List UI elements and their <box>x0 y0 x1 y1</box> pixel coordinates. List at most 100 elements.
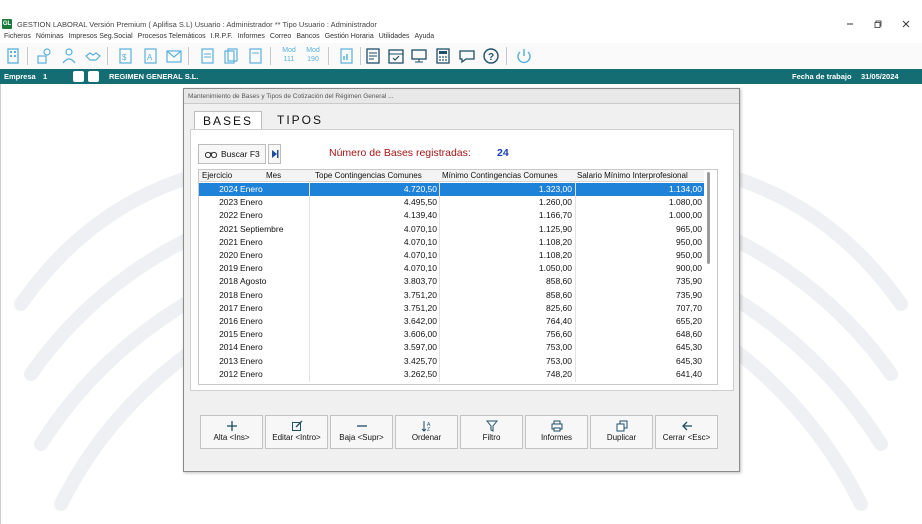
help-icon[interactable]: ? <box>482 47 500 65</box>
skip-next-icon <box>271 150 278 158</box>
chat-icon[interactable] <box>458 47 476 65</box>
cell-ejercicio: 2019 <box>219 263 238 274</box>
informes-button[interactable]: Informes <box>525 415 588 449</box>
building-icon[interactable] <box>4 47 22 65</box>
mod-190-button[interactable]: Mod 190 <box>303 46 323 66</box>
mod-111-button[interactable]: Mod 111 <box>279 46 299 66</box>
cell-ejercicio: 2015 <box>219 329 238 340</box>
next-record-button[interactable] <box>268 144 281 164</box>
cell-smi: 1.134,00 <box>668 184 702 194</box>
table-row[interactable]: 2019 Enero 4.070,10 1.050,00 900,00 <box>199 262 704 275</box>
menu-procesos-telematicos[interactable]: Procesos Telemáticos <box>138 33 206 40</box>
filtro-label: Filtro <box>482 433 501 442</box>
computer-icon[interactable] <box>410 47 428 65</box>
cell-ejercicio: 2023 <box>219 197 238 208</box>
duplicar-button[interactable]: Duplicar <box>590 415 653 449</box>
document-a-icon[interactable]: A <box>141 47 159 65</box>
menu-gestion-horaria[interactable]: Gestión Horaria <box>325 33 374 40</box>
table-row[interactable]: 2021 Enero 4.070,10 1.108,20 950,00 <box>199 236 704 249</box>
table-row[interactable]: 2013 Enero 3.425,70 753,00 645,30 <box>199 355 704 368</box>
document-money-icon[interactable]: $ <box>116 47 134 65</box>
table-row[interactable]: 2017 Enero 3.751,20 825,60 707,70 <box>199 302 704 315</box>
cell-smi: 900,00 <box>676 263 702 274</box>
restore-button[interactable] <box>870 17 886 31</box>
table-row[interactable]: 2012 Enero 3.262,50 748,20 641,40 <box>199 368 704 381</box>
company-select-button[interactable] <box>73 71 84 82</box>
menu-informes[interactable]: Informes <box>238 33 265 40</box>
tab-tipos[interactable]: TIPOS <box>268 111 332 129</box>
menu-nominas[interactable]: Nóminas <box>36 33 64 40</box>
count-value: 24 <box>497 147 509 159</box>
plus-icon <box>226 421 237 431</box>
work-date-label: Fecha de trabajo <box>792 72 852 81</box>
table-row[interactable]: 2016 Enero 3.642,00 764,40 655,20 <box>199 315 704 328</box>
table-scrollbar[interactable] <box>707 172 710 264</box>
column-smi[interactable]: Salario Mínimo Interprofesional <box>577 171 688 180</box>
menu-bancos[interactable]: Bancos <box>296 33 319 40</box>
column-ejercicio[interactable]: Ejercicio <box>202 171 232 180</box>
table-row[interactable]: 2018 Agosto 3.803,70 858,60 735,90 <box>199 275 704 288</box>
table-row[interactable]: 2015 Enero 3.606,00 756,60 648,60 <box>199 328 704 341</box>
cell-tope: 4.070,10 <box>403 250 437 260</box>
menu-ficheros[interactable]: Ficheros <box>4 33 31 40</box>
table-row[interactable]: 2024 Enero 4.720,50 1.323,00 1.134,00 <box>199 183 704 197</box>
minimize-button[interactable] <box>842 17 858 31</box>
menu-utilidades[interactable]: Utilidades <box>379 33 410 40</box>
cerrar-button[interactable]: Cerrar <Esc> <box>655 415 718 449</box>
tab-bases[interactable]: BASES <box>194 111 262 129</box>
cell-mes: Enero <box>240 342 263 353</box>
table-row[interactable]: 2020 Enero 4.070,10 1.108,20 950,00 <box>199 249 704 262</box>
report-icon[interactable] <box>364 47 382 65</box>
cell-minimo: 1.166,70 <box>538 210 572 221</box>
top-blank-area <box>0 0 922 17</box>
cell-mes: Enero <box>240 210 263 221</box>
table-row[interactable]: 2014 Enero 3.597,00 753,00 645,30 <box>199 341 704 354</box>
menu-ayuda[interactable]: Ayuda <box>414 33 434 40</box>
document-page-icon[interactable] <box>246 47 264 65</box>
alta-button[interactable]: Alta <Ins> <box>200 415 263 449</box>
menu-irpf[interactable]: I.R.P.F. <box>211 33 233 40</box>
informes-label: Informes <box>540 433 573 442</box>
menu-impresos-seg-social[interactable]: Impresos Seg.Social <box>68 33 132 40</box>
company-folder-button[interactable] <box>88 71 99 82</box>
cell-ejercicio: 2020 <box>219 250 238 260</box>
company-name: REGIMEN GENERAL S.L. <box>109 72 199 81</box>
search-button[interactable]: Buscar F3 <box>198 144 266 164</box>
table-row[interactable]: 2018 Enero 3.751,20 858,60 735,90 <box>199 289 704 302</box>
document-copy-icon[interactable] <box>222 47 240 65</box>
document-edit-icon[interactable] <box>198 47 216 65</box>
cell-minimo: 753,00 <box>546 355 572 366</box>
minimize-icon <box>847 23 853 25</box>
work-date-value[interactable]: 31/05/2024 <box>861 72 899 81</box>
calculator-icon[interactable] <box>434 47 452 65</box>
mail-icon[interactable] <box>165 47 183 65</box>
arrow-left-icon <box>681 421 692 431</box>
baja-button[interactable]: Baja <Supr> <box>330 415 393 449</box>
cell-ejercicio: 2018 <box>219 289 238 300</box>
column-tope[interactable]: Tope Contingencias Comunes <box>315 171 422 180</box>
cell-smi: 735,90 <box>676 276 702 287</box>
cell-ejercicio: 2024 <box>219 184 238 194</box>
employees-icon[interactable] <box>36 47 54 65</box>
worker-icon[interactable] <box>60 47 78 65</box>
editar-button[interactable]: Editar <Intro> <box>265 415 328 449</box>
cell-minimo: 1.260,00 <box>538 197 572 208</box>
cell-tope: 3.606,00 <box>403 329 437 340</box>
table-row[interactable]: 2021 Septiembre 4.070,10 1.125,90 965,00 <box>199 223 704 236</box>
table-row[interactable]: 2023 Enero 4.495,50 1.260,00 1.080,00 <box>199 196 704 209</box>
svg-text:$: $ <box>122 53 127 62</box>
column-mes[interactable]: Mes <box>266 171 281 180</box>
cell-smi: 645,30 <box>676 342 702 353</box>
menu-correo[interactable]: Correo <box>270 33 291 40</box>
calendar-icon[interactable] <box>387 47 405 65</box>
baja-label: Baja <Supr> <box>339 433 384 442</box>
ordenar-button[interactable]: AZ Ordenar <box>395 415 458 449</box>
filtro-button[interactable]: Filtro <box>460 415 523 449</box>
handshake-icon[interactable] <box>84 47 102 65</box>
ordenar-label: Ordenar <box>411 433 442 442</box>
power-icon[interactable] <box>515 47 533 65</box>
table-row[interactable]: 2022 Enero 4.139,40 1.166,70 1.000,00 <box>199 209 704 222</box>
document-chart-icon[interactable] <box>337 47 355 65</box>
close-window-button[interactable] <box>898 17 914 31</box>
column-minimo[interactable]: Mínimo Contingencias Comunes <box>442 171 558 180</box>
